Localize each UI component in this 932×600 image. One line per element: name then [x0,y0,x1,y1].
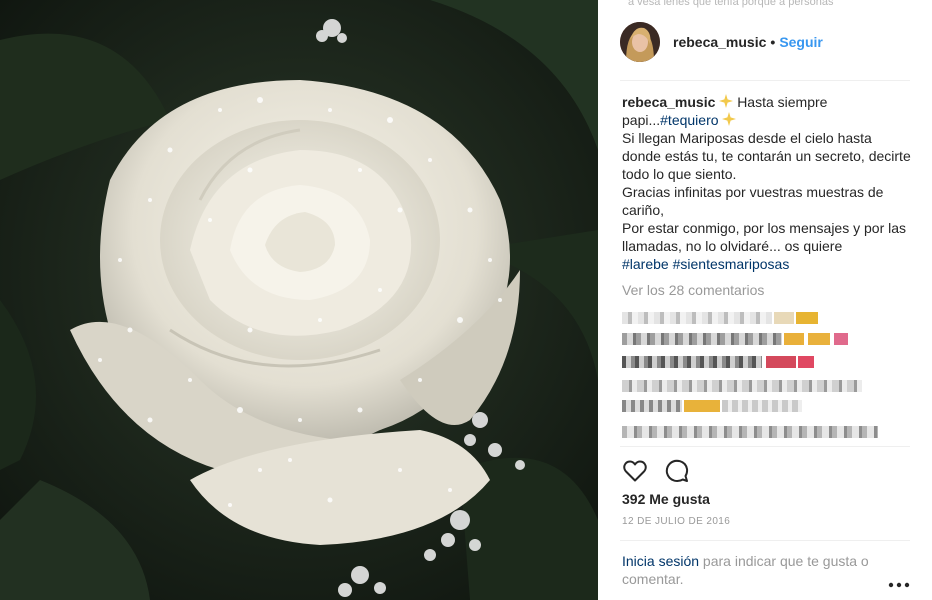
sparkle-star-icon [719,94,737,110]
caption-body-2: Gracias infinitas por vuestras muestras … [622,184,884,218]
pixelated-comment [622,356,842,368]
separator-dot: • [770,34,776,50]
comment-icon[interactable] [664,458,690,484]
caption-body-1: Si llegan Mariposas desde el cielo hasta… [622,130,911,182]
post-sidebar: a vesa lenes que tenía porque a personas… [598,0,932,600]
divider [620,446,910,447]
login-link[interactable]: Inicia sesión [622,553,699,569]
avatar[interactable] [620,22,660,62]
avatar-image [620,22,660,62]
post-photo[interactable] [0,0,598,600]
more-options-icon[interactable] [888,575,910,588]
caption-username[interactable]: rebeca_music [622,94,715,110]
heart-icon[interactable] [622,458,648,484]
pixelated-comment [622,426,882,438]
hashtag-larebe[interactable]: #larebe [622,256,669,272]
post-date: 12 de julio de 2016 [622,516,731,527]
hashtag-sientesmariposas[interactable]: #sientesmariposas [673,256,790,272]
login-prompt: Inicia sesión para indicar que te gusta … [622,552,892,588]
hashtag-tequiero[interactable]: #tequiero [660,112,718,128]
post-header: rebeca_music • Seguir [620,22,910,62]
divider [620,80,910,81]
post-actions [622,458,706,484]
white-rose-image [0,0,598,600]
pixelated-comment [622,380,872,392]
header-username[interactable]: rebeca_music [673,34,766,50]
like-count[interactable]: 392 Me gusta [622,491,710,507]
pixelated-comment [622,400,822,412]
scrolled-text-fragment: a vesa lenes que tenía porque a personas [628,0,834,8]
view-comments-link[interactable]: Ver los 28 comentarios [622,282,764,298]
follow-button[interactable]: Seguir [779,34,823,50]
divider [620,540,910,541]
post-caption: rebeca_music Hasta siempre papi...#tequi… [622,93,912,273]
sparkle-star-icon [722,112,737,128]
pixelated-comment [622,333,862,345]
caption-body-3: Por estar conmigo, por los mensajes y po… [622,220,907,254]
pixelated-comment [622,312,852,324]
